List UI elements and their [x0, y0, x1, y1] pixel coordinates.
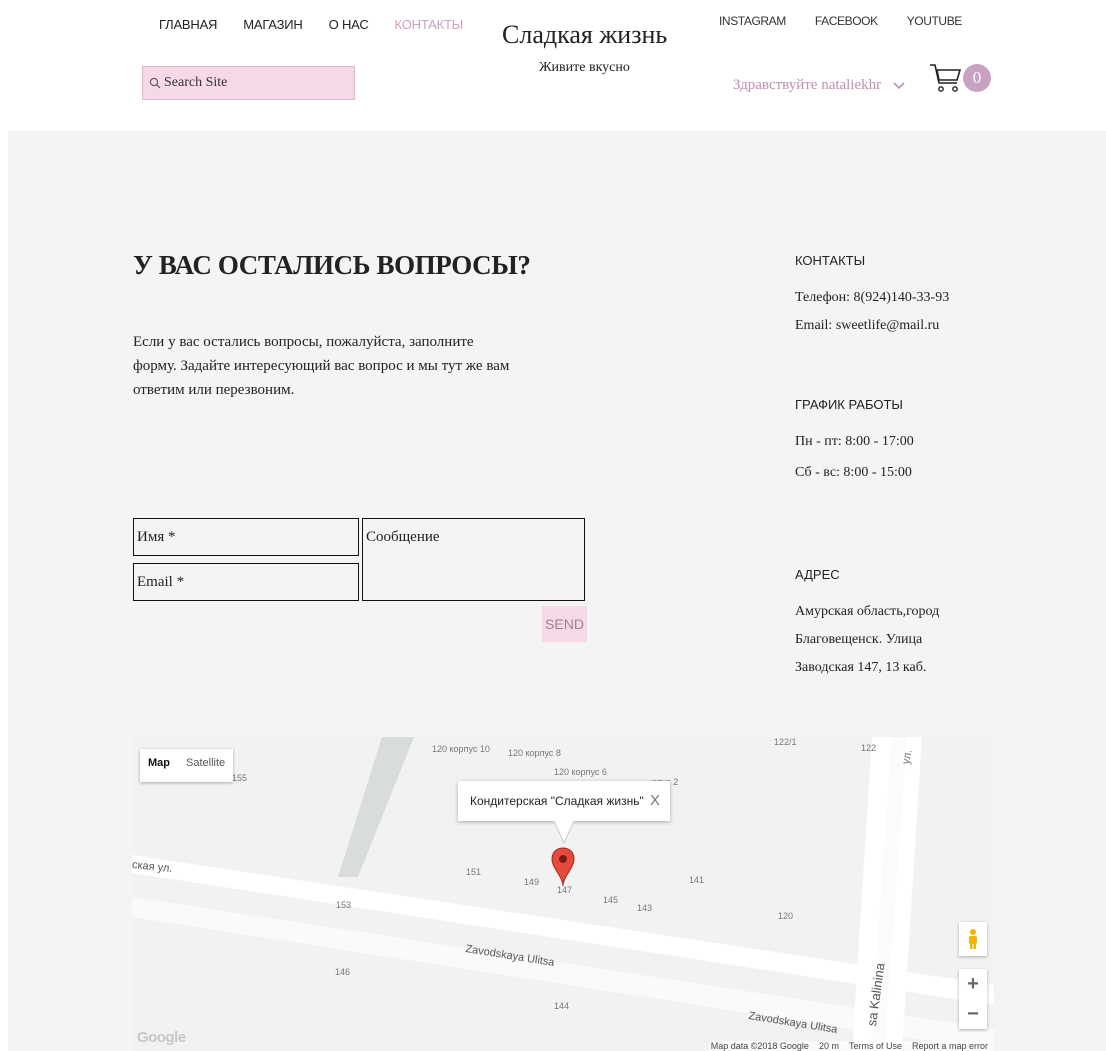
- map-scale: 20 m: [818, 1041, 839, 1051]
- page-heading: У ВАС ОСТАЛИСЬ ВОПРОСЫ?: [133, 250, 531, 280]
- contacts-title: КОНТАКТЫ: [795, 253, 866, 268]
- map-label: 120 корпус 8: [508, 748, 561, 758]
- report-error-link[interactable]: Report a map error: [912, 1041, 988, 1051]
- map-type-satellite[interactable]: Satellite: [178, 749, 233, 782]
- info-window-tail: [554, 821, 574, 845]
- hours-title: ГРАФИК РАБОТЫ: [795, 397, 903, 412]
- intro-text: Если у вас остались вопросы, пожалуйста,…: [133, 334, 510, 398]
- zoom-out-button[interactable]: −: [959, 999, 987, 1029]
- site-tagline: Живите вкусно: [539, 60, 630, 75]
- cart-count-badge[interactable]: 0: [963, 64, 991, 92]
- send-button[interactable]: SEND: [542, 606, 587, 642]
- cart-icon[interactable]: [929, 61, 963, 95]
- site-title[interactable]: Сладкая жизнь: [502, 20, 667, 50]
- social-links: INSTAGRAM FACEBOOK YOUTUBE: [719, 14, 991, 28]
- close-icon[interactable]: X: [650, 792, 660, 809]
- address-line: Заводская 147, 13 каб.: [795, 660, 927, 675]
- map-label: 120 корпус 6: [554, 767, 607, 777]
- map-label: 155: [232, 773, 248, 783]
- nav-item-home[interactable]: ГЛАВНАЯ: [159, 17, 217, 32]
- weekend-hours: Сб - вс: 8:00 - 15:00: [795, 465, 912, 480]
- site-header: ГЛАВНАЯ МАГАЗИН О НАС КОНТАКТЫ Сладкая ж…: [0, 0, 1106, 131]
- weekday-hours: Пн - пт: 8:00 - 17:00: [795, 434, 914, 449]
- chevron-down-icon: [893, 81, 905, 89]
- user-greeting: Здравствуйте nataliekhr: [733, 77, 882, 93]
- main-nav: ГЛАВНАЯ МАГАЗИН О НАС КОНТАКТЫ: [159, 17, 489, 32]
- map-label: 120: [778, 911, 794, 921]
- map-label: 145: [603, 895, 619, 905]
- email-text: Email: sweetlife@mail.ru: [795, 318, 940, 333]
- message-field[interactable]: Сообщение: [362, 518, 585, 601]
- map-label: 120 корпус 10: [432, 744, 490, 754]
- address-line: Амурская область,город: [795, 604, 940, 619]
- map-label: 141: [689, 875, 705, 885]
- map-label: ул.: [900, 748, 915, 766]
- map-type-map[interactable]: Map: [140, 749, 178, 782]
- phone-text: Телефон: 8(924)140-33-93: [795, 290, 950, 305]
- email-field[interactable]: Email *: [133, 563, 359, 601]
- map-label: 151: [466, 867, 482, 877]
- map-label: 122: [861, 743, 877, 753]
- zoom-in-button[interactable]: +: [959, 969, 987, 999]
- user-menu[interactable]: Здравствуйте nataliekhr: [733, 77, 905, 94]
- map-info-window[interactable]: Кондитерская "Сладкая жизнь" X: [458, 781, 670, 821]
- pegman-icon[interactable]: [959, 922, 987, 956]
- map-label: 122/1: [774, 737, 797, 747]
- nav-item-contacts[interactable]: КОНТАКТЫ: [395, 17, 464, 32]
- zoom-control: + −: [959, 969, 987, 1029]
- map-label: 153: [336, 900, 352, 910]
- map-footer: Map data ©2018 Google 20 m Terms of Use …: [708, 1041, 990, 1051]
- info-window-title: Кондитерская "Сладкая жизнь": [470, 794, 644, 808]
- name-field[interactable]: Имя *: [133, 518, 359, 556]
- map-label: 149: [524, 877, 540, 887]
- search-icon: [149, 77, 161, 89]
- map-type-control: Map Satellite: [140, 749, 234, 782]
- map-data-attribution: Map data ©2018 Google: [710, 1041, 809, 1051]
- map-label: 144: [554, 1001, 570, 1011]
- search-box[interactable]: [142, 66, 355, 100]
- social-link-youtube[interactable]: YOUTUBE: [907, 14, 963, 28]
- google-logo: Google: [137, 1029, 186, 1046]
- nav-item-shop[interactable]: МАГАЗИН: [243, 17, 303, 32]
- terms-link[interactable]: Terms of Use: [849, 1041, 902, 1051]
- address-title: АДРЕС: [795, 567, 840, 582]
- google-map[interactable]: Map Satellite 155 120 корпус 10 120 корп…: [132, 737, 994, 1051]
- social-link-facebook[interactable]: FACEBOOK: [815, 14, 878, 28]
- nav-item-about[interactable]: О НАС: [329, 17, 369, 32]
- social-link-instagram[interactable]: INSTAGRAM: [719, 14, 786, 28]
- search-input[interactable]: [164, 75, 344, 91]
- map-marker-icon[interactable]: [551, 847, 575, 887]
- map-label: 146: [335, 967, 351, 977]
- map-label: 143: [637, 903, 653, 913]
- address-line: Благовещенск. Улица: [795, 632, 923, 647]
